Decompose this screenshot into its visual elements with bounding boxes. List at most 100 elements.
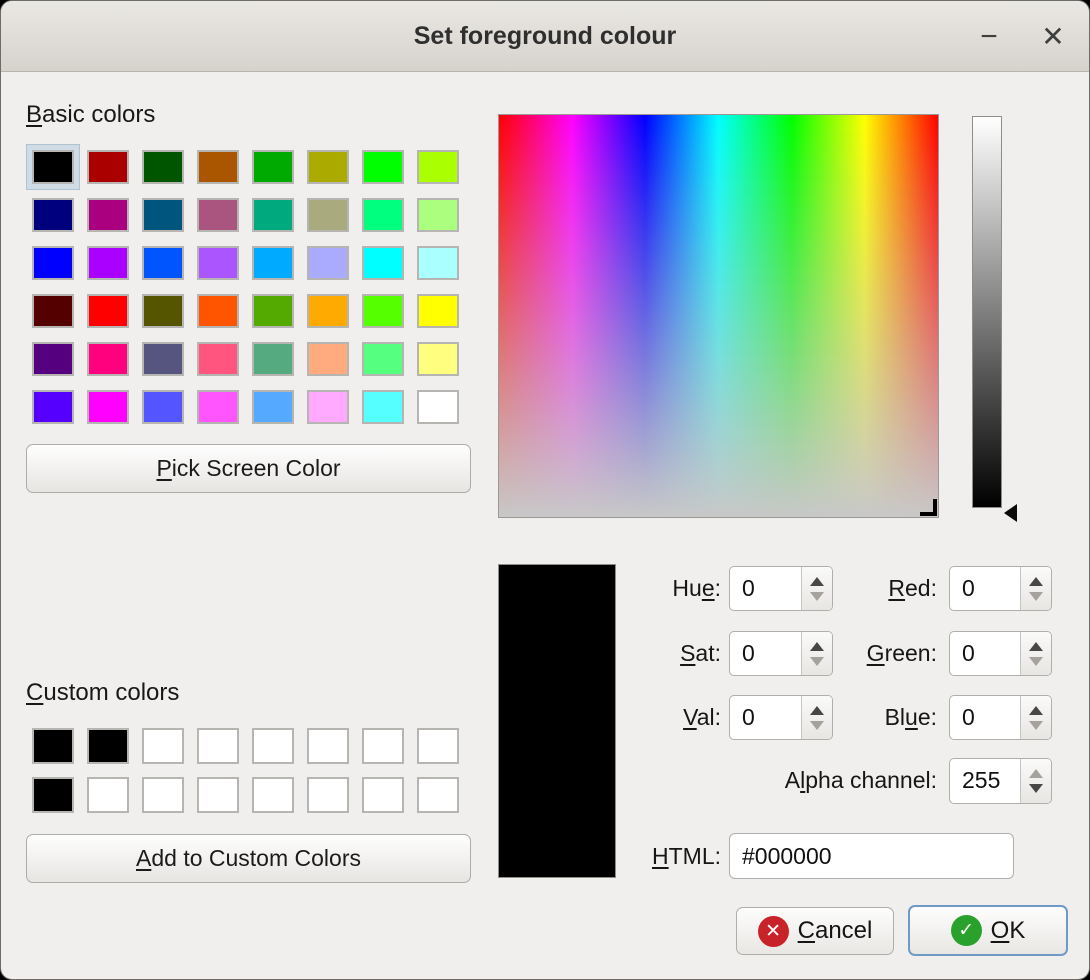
basic-color-swatch[interactable] (252, 390, 294, 424)
html-color-input[interactable]: #000000 (729, 833, 1014, 879)
basic-color-swatch[interactable] (362, 198, 404, 232)
basic-color-swatch[interactable] (362, 294, 404, 328)
value-slider-arrow-icon[interactable] (1004, 504, 1017, 522)
sat-increment-icon[interactable] (810, 642, 824, 651)
custom-color-swatch[interactable] (252, 728, 294, 764)
basic-color-swatch[interactable] (197, 246, 239, 280)
pick-screen-color-button[interactable]: Pick Screen Color (26, 444, 471, 493)
basic-color-swatch[interactable] (252, 246, 294, 280)
basic-color-swatch[interactable] (362, 150, 404, 184)
basic-color-swatch[interactable] (32, 150, 74, 184)
custom-color-swatch[interactable] (142, 728, 184, 764)
hue-decrement-icon[interactable] (810, 592, 824, 601)
green-increment-icon[interactable] (1029, 642, 1043, 651)
value-slider[interactable] (972, 116, 1002, 508)
ok-button[interactable]: ✓ OK (908, 905, 1068, 956)
basic-color-swatch[interactable] (87, 198, 129, 232)
basic-color-swatch[interactable] (307, 246, 349, 280)
custom-color-swatch[interactable] (197, 728, 239, 764)
sat-decrement-icon[interactable] (810, 657, 824, 666)
basic-color-swatch[interactable] (252, 294, 294, 328)
basic-color-swatch[interactable] (142, 294, 184, 328)
basic-color-swatch[interactable] (252, 342, 294, 376)
basic-color-swatch[interactable] (87, 390, 129, 424)
basic-color-swatch[interactable] (417, 246, 459, 280)
custom-color-swatch[interactable] (87, 728, 129, 764)
basic-color-swatch[interactable] (417, 342, 459, 376)
basic-color-swatch[interactable] (362, 246, 404, 280)
alpha-decrement-icon[interactable] (1029, 784, 1043, 793)
custom-color-swatch[interactable] (142, 777, 184, 813)
green-decrement-icon[interactable] (1029, 657, 1043, 666)
basic-color-swatch[interactable] (142, 150, 184, 184)
blue-increment-icon[interactable] (1029, 706, 1043, 715)
custom-color-swatch[interactable] (307, 777, 349, 813)
custom-color-swatch[interactable] (87, 777, 129, 813)
basic-color-swatch[interactable] (142, 246, 184, 280)
blue-decrement-icon[interactable] (1029, 721, 1043, 730)
val-spinbox[interactable]: 0 (729, 695, 833, 740)
basic-color-swatch[interactable] (142, 390, 184, 424)
basic-color-swatch[interactable] (32, 294, 74, 328)
basic-color-swatch[interactable] (197, 198, 239, 232)
custom-color-swatch[interactable] (417, 777, 459, 813)
close-button[interactable]: ✕ (1031, 1, 1075, 72)
hue-saturation-picker[interactable] (498, 114, 939, 518)
basic-color-swatch[interactable] (87, 150, 129, 184)
minimize-button[interactable]: − (967, 1, 1011, 72)
hue-saturation-marker[interactable] (920, 499, 937, 516)
alpha-increment-icon[interactable] (1029, 769, 1043, 778)
hue-spinbox[interactable]: 0 (729, 566, 833, 611)
titlebar[interactable]: Set foreground colour − ✕ (1, 1, 1089, 72)
basic-color-swatch[interactable] (197, 342, 239, 376)
blue-spinbox[interactable]: 0 (949, 695, 1052, 740)
custom-color-swatch[interactable] (362, 777, 404, 813)
val-increment-icon[interactable] (810, 706, 824, 715)
color-dialog-window: Set foreground colour − ✕ Basic colors P… (0, 0, 1090, 980)
red-decrement-icon[interactable] (1029, 592, 1043, 601)
basic-color-swatch[interactable] (307, 390, 349, 424)
alpha-spinbox[interactable]: 255 (949, 758, 1052, 804)
add-to-custom-colors-button[interactable]: Add to Custom Colors (26, 834, 471, 883)
basic-color-swatch[interactable] (417, 294, 459, 328)
basic-color-swatch[interactable] (32, 342, 74, 376)
basic-color-swatch[interactable] (307, 150, 349, 184)
custom-color-swatch[interactable] (252, 777, 294, 813)
custom-color-swatch[interactable] (417, 728, 459, 764)
basic-color-swatch[interactable] (142, 342, 184, 376)
basic-color-swatch[interactable] (87, 342, 129, 376)
basic-color-swatch[interactable] (252, 198, 294, 232)
basic-color-swatch[interactable] (307, 294, 349, 328)
basic-color-swatch[interactable] (32, 198, 74, 232)
basic-color-swatch[interactable] (87, 294, 129, 328)
basic-color-swatch[interactable] (197, 294, 239, 328)
basic-color-swatch[interactable] (417, 390, 459, 424)
basic-color-swatch[interactable] (197, 390, 239, 424)
custom-color-swatch[interactable] (362, 728, 404, 764)
red-spinbox[interactable]: 0 (949, 566, 1052, 611)
basic-color-swatch[interactable] (307, 198, 349, 232)
custom-color-swatch[interactable] (32, 777, 74, 813)
minimize-icon: − (980, 20, 998, 54)
basic-color-swatch[interactable] (32, 246, 74, 280)
cancel-button[interactable]: ✕ Cancel (736, 907, 894, 955)
basic-color-swatch[interactable] (252, 150, 294, 184)
red-increment-icon[interactable] (1029, 577, 1043, 586)
basic-color-swatch[interactable] (32, 390, 74, 424)
basic-color-swatch[interactable] (417, 150, 459, 184)
basic-color-swatch[interactable] (362, 342, 404, 376)
basic-color-swatch[interactable] (87, 246, 129, 280)
basic-color-swatch[interactable] (197, 150, 239, 184)
custom-color-swatch[interactable] (307, 728, 349, 764)
hue-value: 0 (730, 567, 801, 610)
basic-color-swatch[interactable] (142, 198, 184, 232)
hue-increment-icon[interactable] (810, 577, 824, 586)
custom-color-swatch[interactable] (197, 777, 239, 813)
sat-spinbox[interactable]: 0 (729, 631, 833, 676)
green-spinbox[interactable]: 0 (949, 631, 1052, 676)
val-decrement-icon[interactable] (810, 721, 824, 730)
custom-color-swatch[interactable] (32, 728, 74, 764)
basic-color-swatch[interactable] (417, 198, 459, 232)
basic-color-swatch[interactable] (362, 390, 404, 424)
basic-color-swatch[interactable] (307, 342, 349, 376)
